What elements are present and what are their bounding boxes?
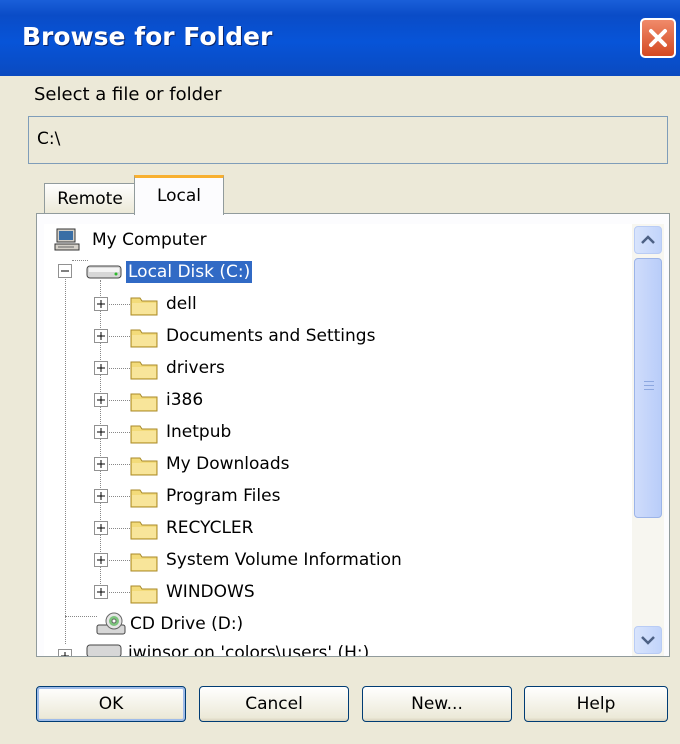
scroll-down-button[interactable] [634, 626, 662, 654]
hard-drive-icon [86, 265, 122, 279]
tree-item-label: WINDOWS [166, 582, 255, 602]
tab-remote[interactable]: Remote [44, 183, 136, 213]
scroll-thumb[interactable] [634, 258, 662, 518]
tree-item-label: Program Files [166, 486, 281, 506]
folder-icon [130, 553, 158, 572]
tree-item-label: Local Disk (C:) [124, 260, 254, 284]
browse-folder-dialog: Browse for Folder Select a file or folde… [0, 0, 680, 744]
grip-line [644, 385, 654, 386]
ok-button[interactable]: OK [36, 686, 186, 722]
tree-item-label: CD Drive (D:) [130, 614, 244, 634]
folder-icon [130, 457, 158, 476]
tree-item-folder[interactable]: Documents and Settings [44, 320, 632, 352]
expand-toggle[interactable] [94, 585, 108, 599]
cancel-button[interactable]: Cancel [199, 686, 349, 722]
tree-item-label: My Downloads [166, 454, 290, 474]
grip-line [644, 389, 654, 390]
tree-item-folder[interactable]: Inetpub [44, 416, 632, 448]
tree-item-label: iwinsor on 'colors\users' (H:) [128, 643, 370, 656]
collapse-toggle[interactable] [58, 264, 72, 278]
network-drive-icon [86, 644, 122, 656]
expand-toggle[interactable] [94, 329, 108, 343]
expand-toggle[interactable] [94, 457, 108, 471]
tree-item-label: System Volume Information [166, 550, 402, 570]
prompt-label: Select a file or folder [34, 84, 222, 105]
tree-item-network-drive-h[interactable]: iwinsor on 'colors\users' (H:) [44, 640, 632, 656]
grip-line [644, 381, 654, 382]
expand-toggle[interactable] [94, 393, 108, 407]
tree-item-folder[interactable]: dell [44, 288, 632, 320]
tree-item-label: drivers [166, 358, 225, 378]
folder-icon [130, 585, 158, 604]
tree-item-label: i386 [166, 390, 204, 410]
tree-item-folder[interactable]: System Volume Information [44, 544, 632, 576]
selected-path-field: C:\ [28, 116, 668, 164]
tree-item-folder[interactable]: My Downloads [44, 448, 632, 480]
expand-toggle[interactable] [94, 489, 108, 503]
tree-item-label: My Computer [92, 230, 207, 250]
tree-item-label: Documents and Settings [166, 326, 376, 346]
tree-scrollbar[interactable] [632, 224, 664, 656]
tree-item-local-disk-c[interactable]: Local Disk (C:) [44, 256, 632, 288]
tree-item-cd-drive-d[interactable]: CD Drive (D:) [44, 608, 632, 640]
folder-icon [130, 361, 158, 380]
tree-item-folder[interactable]: i386 [44, 384, 632, 416]
tab-local[interactable]: Local [134, 175, 224, 215]
tree-item-label: dell [166, 294, 197, 314]
close-button[interactable] [640, 18, 676, 58]
folder-icon [130, 425, 158, 444]
expand-toggle[interactable] [94, 425, 108, 439]
expand-toggle[interactable] [94, 297, 108, 311]
help-button[interactable]: Help [524, 686, 668, 722]
tree-item-label: RECYCLER [166, 518, 254, 538]
folder-icon [130, 329, 158, 348]
expand-toggle[interactable] [94, 521, 108, 535]
folder-icon [130, 521, 158, 540]
tree-item-folder[interactable]: Program Files [44, 480, 632, 512]
expand-toggle[interactable] [58, 649, 72, 656]
scroll-up-button[interactable] [634, 226, 662, 254]
title-bar[interactable]: Browse for Folder [0, 0, 680, 76]
cd-drive-icon [96, 612, 126, 635]
tree-item-label: Inetpub [166, 422, 232, 442]
tree-item-folder[interactable]: RECYCLER [44, 512, 632, 544]
arrow-up-icon [641, 235, 655, 244]
folder-icon [130, 393, 158, 412]
folder-icon [130, 297, 158, 316]
tree-item-folder[interactable]: drivers [44, 352, 632, 384]
folder-tree[interactable]: My Computer Local Disk (C:) dell Documen… [44, 224, 632, 656]
expand-toggle[interactable] [94, 361, 108, 375]
tree-item-my-computer[interactable]: My Computer [44, 224, 632, 256]
arrow-down-icon [641, 636, 655, 645]
computer-icon [54, 228, 80, 251]
close-icon [649, 29, 667, 47]
tree-item-folder[interactable]: WINDOWS [44, 576, 632, 608]
window-title: Browse for Folder [22, 22, 273, 51]
new-folder-button[interactable]: New... [362, 686, 512, 722]
expand-toggle[interactable] [94, 553, 108, 567]
folder-icon [130, 489, 158, 508]
